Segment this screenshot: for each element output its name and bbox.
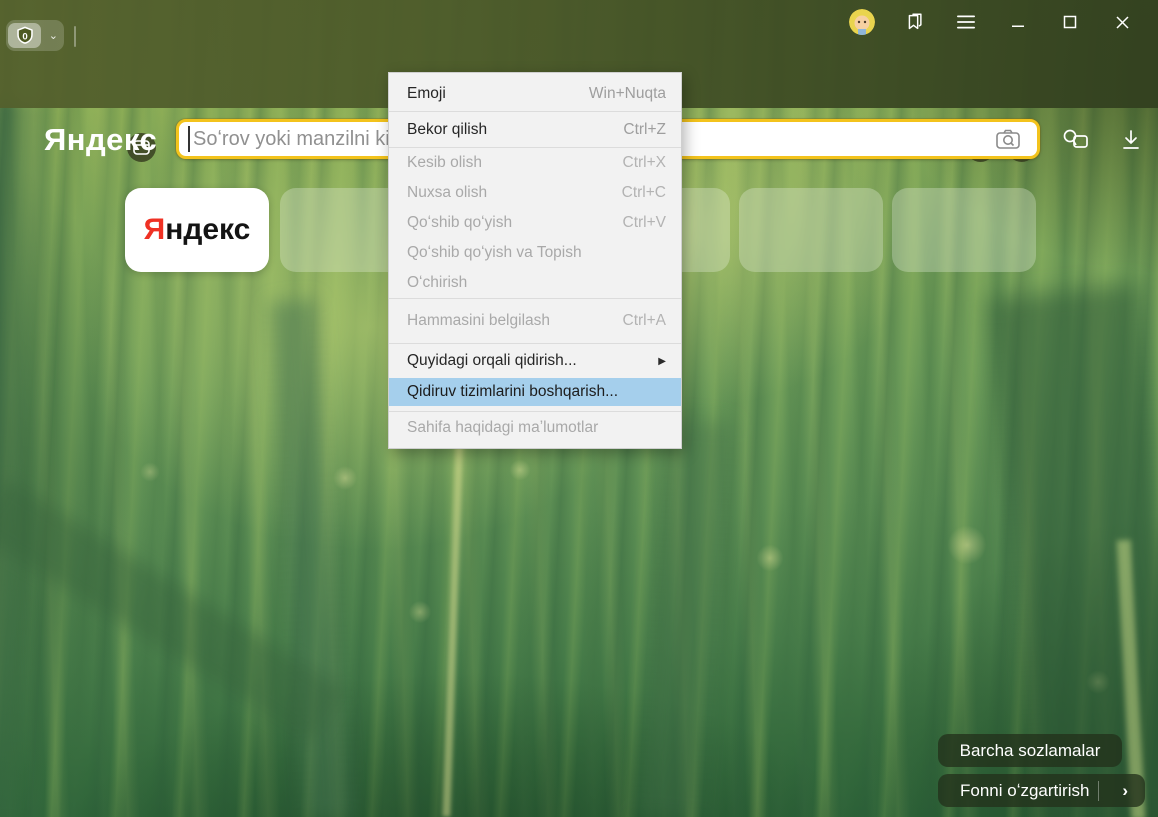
menu-item-shortcut: Ctrl+C <box>622 184 666 202</box>
menu-item-hammasini-belgilash: Hammasini belgilash Ctrl+A <box>389 299 681 343</box>
context-menu: Emoji Win+Nuqta Bekor qilish Ctrl+Z Kesib ol… <box>388 72 682 449</box>
menu-item-bekor-qilish[interactable]: Bekor qilish Ctrl+Z <box>389 112 681 147</box>
titlebar-divider <box>74 26 76 47</box>
menu-item-shortcut: Ctrl+X <box>623 154 667 172</box>
menu-item-shortcut: Win+Nuqta <box>589 85 666 103</box>
change-background-label: Fonni oʻzgartirish <box>960 781 1089 801</box>
all-settings-label: Barcha sozlamalar <box>960 741 1101 761</box>
downloads-button[interactable] <box>1113 122 1149 158</box>
user-avatar <box>849 9 875 35</box>
change-background-button[interactable]: Fonni oʻzgartirish › <box>938 774 1145 807</box>
menu-item-qo-shib-qo-yish-va-topish: Qoʻshib qoʻyish va Topish <box>389 238 681 268</box>
menu-item-qo-shib-qo-yish: Qoʻshib qoʻyish Ctrl+V <box>389 208 681 238</box>
minimize-icon <box>1011 15 1025 29</box>
menu-item-label: Oʻchirish <box>407 274 467 292</box>
menu-item-label: Qidiruv tizimlarini boshqarish... <box>407 383 618 401</box>
close-button[interactable] <box>1096 0 1148 44</box>
menu-item-label: Quyidagi orqali qidirish... <box>407 352 577 370</box>
menu-item-shortcut: Ctrl+A <box>623 312 667 330</box>
maximize-button[interactable] <box>1044 0 1096 44</box>
menu-item-label: Nuxsa olish <box>407 184 487 202</box>
minimize-button[interactable] <box>992 0 1044 44</box>
menu-item-label: Emoji <box>407 85 446 103</box>
menu-item-label: Sahifa haqidagi maʼlumotlar <box>407 419 598 437</box>
bookmarks-icon <box>903 11 925 33</box>
menu-item-nuxsa-olish: Nuxsa olish Ctrl+C <box>389 178 681 208</box>
extensions-icon <box>1061 127 1091 153</box>
shield-tab-icon: 0 <box>14 25 36 47</box>
menu-item-sahifa-haqidagi-ma-lumotlar: Sahifa haqidagi maʼlumotlar <box>389 412 681 444</box>
image-search-button[interactable] <box>995 127 1021 156</box>
tab-counter-active[interactable]: 0 <box>8 23 41 48</box>
text-caret <box>188 126 190 152</box>
menu-item-label: Kesib olish <box>407 154 482 172</box>
menu-item-quyidagi-orqali-qidirish[interactable]: Quyidagi orqali qidirish... ▶ <box>389 344 681 378</box>
button-divider <box>1098 781 1099 801</box>
maximize-icon <box>1063 15 1077 29</box>
chevron-down-icon[interactable]: ⌄ <box>49 20 58 51</box>
hamburger-menu-icon <box>956 14 976 30</box>
menu-item-label: Qoʻshib qoʻyish va Topish <box>407 244 582 262</box>
menu-item-emoji[interactable]: Emoji Win+Nuqta <box>389 77 681 111</box>
yandex-logo: Яндекс <box>44 122 157 158</box>
menu-item-shortcut: Ctrl+V <box>623 214 667 232</box>
submenu-arrow-icon: ▶ <box>658 356 666 367</box>
tile-label: Яндекс <box>144 213 251 247</box>
image-search-icon <box>995 127 1021 151</box>
menu-item-qidiruv-tizimlarini-boshqarish[interactable]: Qidiruv tizimlarini boshqarish... <box>389 378 681 406</box>
address-bar-placeholder: Soʻrov yoki manzilni kir <box>193 128 396 151</box>
menu-button[interactable] <box>940 0 992 44</box>
svg-text:0: 0 <box>22 31 27 42</box>
titlebar-actions <box>836 0 1148 44</box>
menu-item-label: Bekor qilish <box>407 121 487 139</box>
downloads-icon <box>1119 128 1143 152</box>
menu-item-o-chirish: Oʻchirish <box>389 268 681 298</box>
speed-dial-tile-yandex[interactable]: Яндекс <box>125 188 269 272</box>
speed-dial-tile-empty <box>739 188 883 272</box>
menu-item-kesib-olish: Kesib olish Ctrl+X <box>389 148 681 178</box>
bookmarks-button[interactable] <box>888 0 940 44</box>
extensions-button[interactable] <box>1058 122 1094 158</box>
browser-window: 8 + ... Яндекс Barcha sozlamalar Fonni o… <box>0 0 1158 817</box>
titlebar: 0 ⌄ <box>0 0 1158 56</box>
close-icon <box>1115 15 1130 30</box>
chevron-right-icon: › <box>1122 774 1128 807</box>
profile-button[interactable] <box>836 0 888 44</box>
tab-counter[interactable]: 0 ⌄ <box>6 20 64 51</box>
menu-item-label: Qoʻshib qoʻyish <box>407 214 512 232</box>
menu-item-label: Hammasini belgilash <box>407 312 550 330</box>
menu-item-shortcut: Ctrl+Z <box>623 121 666 139</box>
all-settings-button[interactable]: Barcha sozlamalar <box>938 734 1122 767</box>
speed-dial-tile-empty <box>892 188 1036 272</box>
